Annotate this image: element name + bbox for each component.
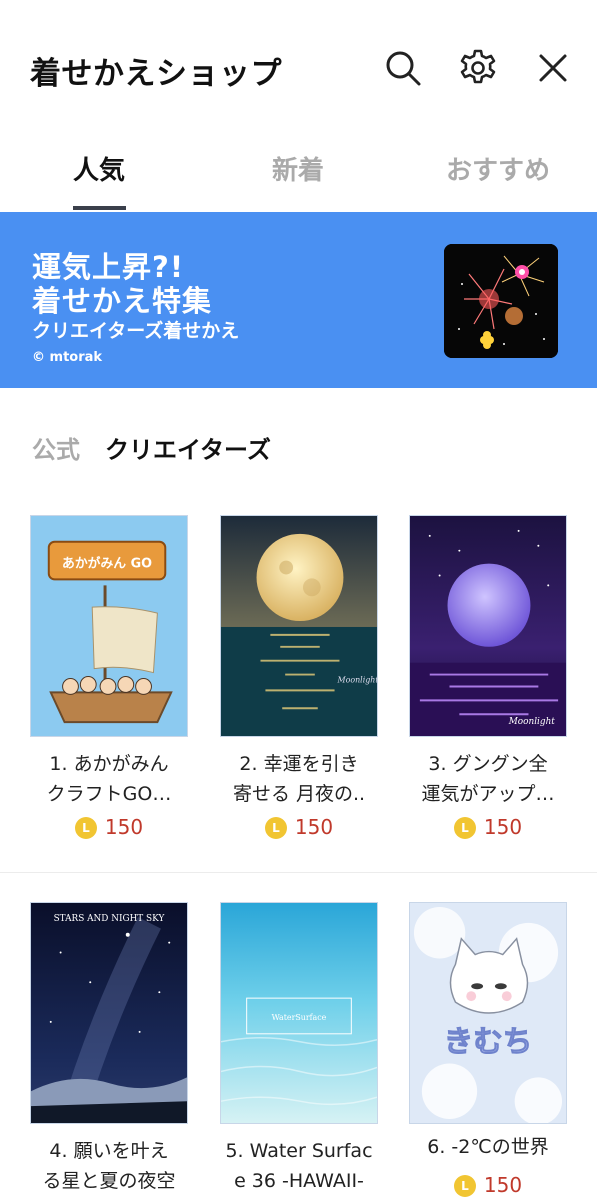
product-name: 5. Water Surfac e 36 -HAWAII- [210, 1136, 388, 1196]
banner-title-line2: 着せかえ特集 [32, 284, 213, 318]
product-name-line: 6. -2℃の世界 [427, 1136, 549, 1158]
thumbnail-logo-text: きむち [444, 1024, 533, 1059]
subtab-official[interactable]: 公式 [32, 430, 80, 465]
thumbnail-caption: Moonlight [508, 717, 556, 727]
tab-recommended[interactable]: おすすめ [446, 150, 550, 187]
product-name: 2. 幸運を引き 寄せる 月夜の.. [210, 749, 388, 809]
product-name-line: 寄せる 月夜の.. [232, 783, 366, 805]
product-name: 1. あかがみん クラフトGO… [20, 749, 198, 809]
price-value: 150 [294, 815, 334, 839]
subtab-creators[interactable]: クリエイターズ [105, 430, 271, 465]
product-name-line: 3. グングン全 [428, 753, 548, 775]
tab-new[interactable]: 新着 [272, 150, 324, 187]
product-name: 4. 願いを叶え る星と夏の夜空 [20, 1136, 198, 1196]
product-price: L 150 [399, 1173, 577, 1197]
product-price: L 150 [399, 815, 577, 839]
product-thumbnail: あかがみん GO [30, 515, 188, 737]
sub-tab-bar: 公式 クリエイターズ [0, 420, 597, 470]
gear-icon[interactable] [458, 48, 498, 88]
product-name: 6. -2℃の世界 [399, 1132, 577, 1162]
row-divider [0, 872, 597, 873]
product-thumbnail: きむち [409, 902, 567, 1124]
product-price: L 150 [210, 815, 388, 839]
tab-popular[interactable]: 人気 [73, 150, 125, 187]
search-icon[interactable] [383, 48, 423, 88]
product-name-line: 2. 幸運を引き [239, 753, 359, 775]
active-tab-indicator [73, 206, 126, 210]
header: 着せかえショップ [0, 0, 597, 130]
promo-banner[interactable]: 運気上昇?! 着せかえ特集 クリエイターズ着せかえ © mtorak [0, 212, 597, 388]
product-thumbnail: Moonlight [409, 515, 567, 737]
banner-credit: © mtorak [32, 350, 103, 365]
price-value: 150 [104, 815, 144, 839]
tab-bar: 人気 新着 おすすめ [0, 130, 597, 212]
thumbnail-caption: STARS AND NIGHT SKY [54, 914, 165, 924]
product-name-line: 運気がアップ… [421, 783, 555, 805]
coin-icon: L [453, 817, 476, 839]
coin-icon: L [264, 817, 287, 839]
thumbnail-caption: Moonlight [337, 675, 377, 684]
page-title: 着せかえショップ [30, 56, 282, 92]
price-value: 150 [483, 815, 523, 839]
product-name-line: クラフトGO… [46, 783, 172, 805]
product-name-line: 1. あかがみん [49, 753, 169, 775]
product-price: L 150 [20, 815, 198, 839]
product-thumbnail: Moonlight [220, 515, 378, 737]
product-thumbnail: STARS AND NIGHT SKY [30, 902, 188, 1124]
thumbnail-caption: WaterSurface [272, 1013, 327, 1022]
thumbnail-logo-text: あかがみん GO [62, 556, 152, 572]
close-icon[interactable] [533, 48, 573, 88]
product-name-line: 4. 願いを叶え [49, 1140, 169, 1162]
product-thumbnail: WaterSurface [220, 902, 378, 1124]
product-name: 3. グングン全 運気がアップ… [399, 749, 577, 809]
product-name-line: e 36 -HAWAII- [234, 1170, 364, 1192]
product-name-line: る星と夏の夜空 [42, 1170, 176, 1192]
price-value: 150 [483, 1173, 523, 1197]
product-name-line: 5. Water Surfac [225, 1140, 373, 1162]
coin-icon: L [74, 817, 97, 839]
banner-subtitle: クリエイターズ着せかえ [32, 320, 240, 342]
banner-fireworks-image [444, 244, 558, 358]
coin-icon: L [453, 1175, 476, 1197]
